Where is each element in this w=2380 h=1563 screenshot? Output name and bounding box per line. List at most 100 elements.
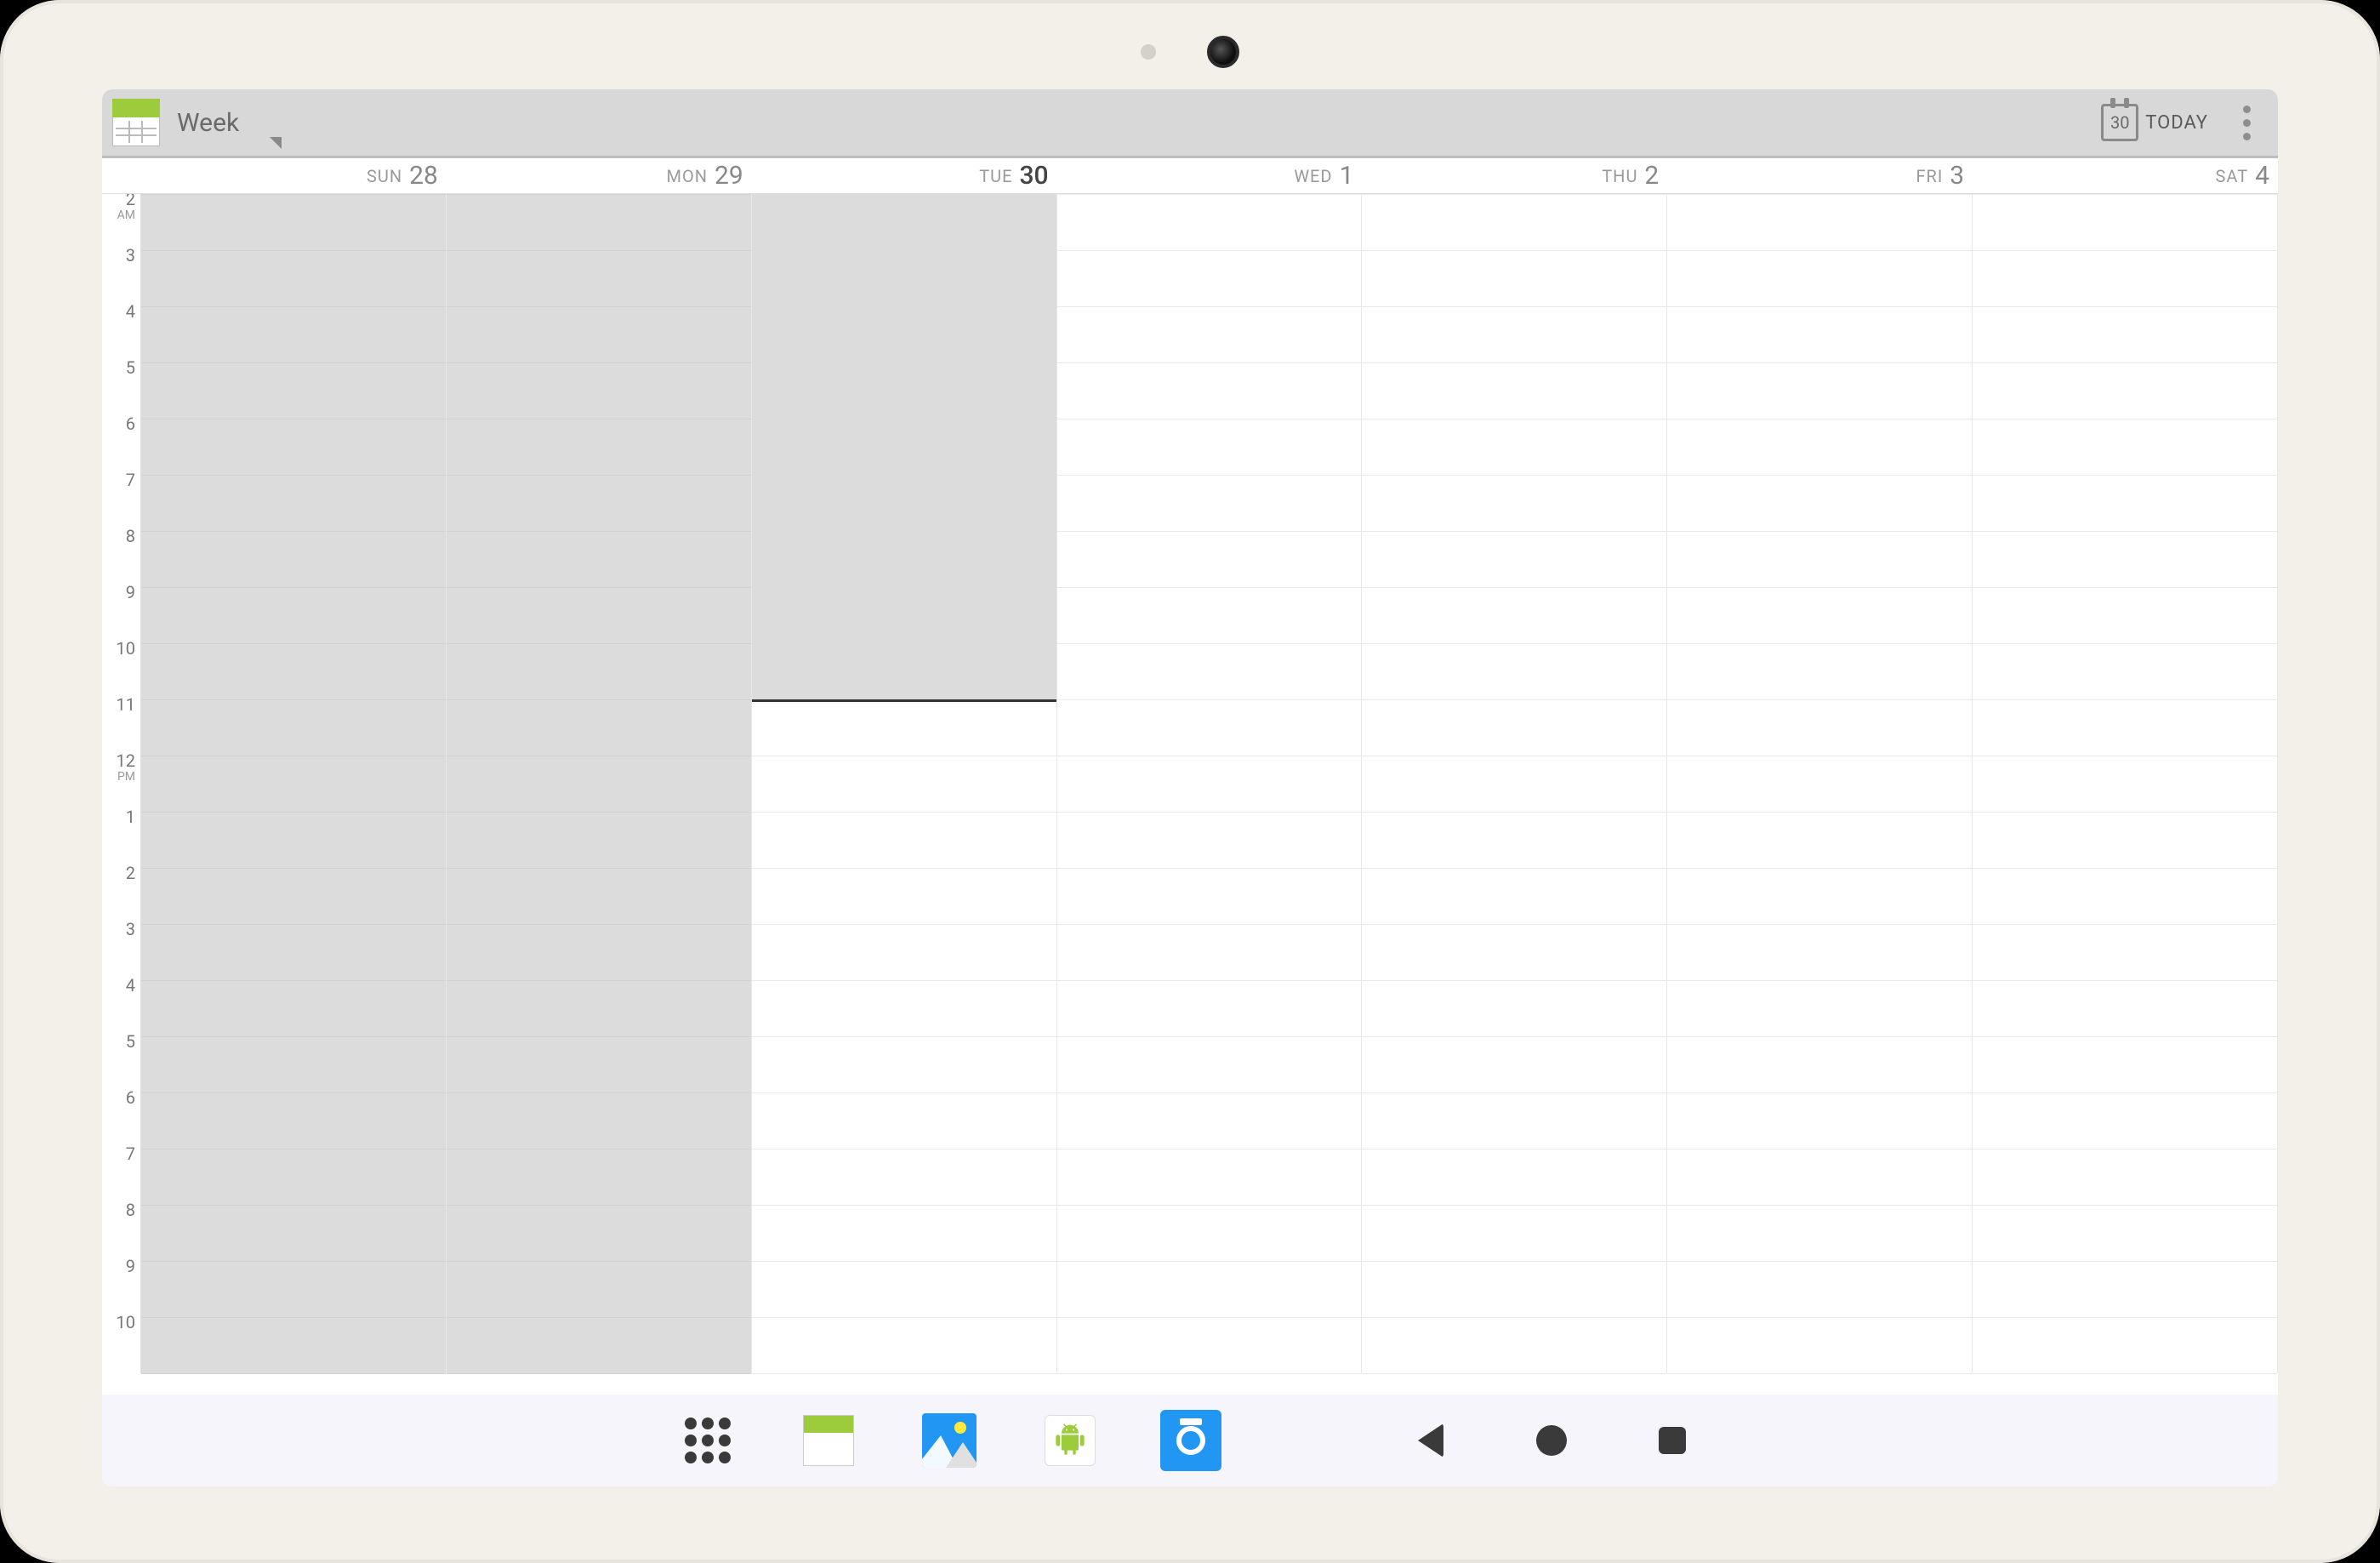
- hour-gridline: [752, 1261, 1056, 1262]
- hour-gridline: [1362, 868, 1666, 869]
- hour-gridline: [141, 1036, 446, 1037]
- hour-gridline: [1973, 306, 2277, 307]
- time-label: 9: [126, 1258, 135, 1275]
- hour-gridline: [1362, 194, 1666, 195]
- day-column-mon[interactable]: [447, 194, 752, 1373]
- hour-gridline: [1667, 1261, 1972, 1262]
- day-of-week-label: WED: [1294, 166, 1332, 186]
- hour-gridline: [1362, 643, 1666, 644]
- hour-gridline: [1057, 531, 1362, 532]
- today-icon-number: 30: [2110, 112, 2129, 133]
- android-icon: [1045, 1415, 1096, 1466]
- day-column-sat[interactable]: [1973, 194, 2278, 1373]
- hour-gridline: [1667, 531, 1972, 532]
- hour-gridline: [1973, 868, 2277, 869]
- hour-gridline: [752, 1092, 1056, 1093]
- camera-shortcut[interactable]: [1160, 1410, 1221, 1471]
- hour-gridline: [447, 812, 751, 813]
- recents-square-icon: [1659, 1427, 1686, 1454]
- hour-gridline: [752, 1317, 1056, 1318]
- past-shade: [752, 194, 1056, 699]
- time-label: 1: [126, 808, 135, 825]
- day-header-sat[interactable]: SAT4: [1973, 158, 2278, 193]
- hour-gridline: [1057, 194, 1362, 195]
- hour-gridline: [447, 362, 751, 363]
- apps-button[interactable]: [677, 1410, 738, 1471]
- hour-gridline: [1667, 250, 1972, 251]
- hour-gridline: [1362, 1092, 1666, 1093]
- hour-gridline: [1362, 1317, 1666, 1318]
- hour-gridline: [1973, 587, 2277, 588]
- hour-gridline: [1362, 1261, 1666, 1262]
- hour-gridline: [447, 531, 751, 532]
- day-of-week-label: SAT: [2216, 166, 2249, 186]
- home-button[interactable]: [1521, 1410, 1582, 1471]
- time-label: 6: [126, 415, 135, 432]
- hour-gridline: [1057, 1205, 1362, 1206]
- time-label: 7: [126, 1145, 135, 1162]
- dot-icon: [2243, 106, 2251, 113]
- hour-gridline: [1667, 194, 1972, 195]
- hour-gridline: [1057, 924, 1362, 925]
- day-of-week-label: SUN: [367, 166, 402, 186]
- hour-gridline: [1973, 1036, 2277, 1037]
- hour-gridline: [1667, 475, 1972, 476]
- day-header-fri[interactable]: FRI3: [1667, 158, 1973, 193]
- system-navbar: [102, 1395, 2278, 1486]
- hour-gridline: [1057, 587, 1362, 588]
- android-shortcut[interactable]: [1039, 1410, 1101, 1471]
- day-header-mon[interactable]: MON29: [447, 158, 752, 193]
- hour-gridline: [1667, 1205, 1972, 1206]
- hour-gridline: [1362, 924, 1666, 925]
- today-button[interactable]: 30 TODAY: [2092, 99, 2217, 146]
- hour-gridline: [1362, 980, 1666, 981]
- hour-gridline: [1973, 1205, 2277, 1206]
- view-selector[interactable]: Week: [177, 89, 290, 156]
- hour-gridline: [141, 868, 446, 869]
- time-label: 6: [126, 1089, 135, 1106]
- hour-gridline: [447, 306, 751, 307]
- hour-gridline: [141, 924, 446, 925]
- hour-gridline: [1362, 1205, 1666, 1206]
- hour-gridline: [752, 1036, 1056, 1037]
- overflow-menu-button[interactable]: [2225, 99, 2268, 146]
- hour-gridline: [752, 868, 1056, 869]
- day-column-sun[interactable]: [141, 194, 447, 1373]
- day-column-fri[interactable]: [1667, 194, 1973, 1373]
- recents-button[interactable]: [1642, 1410, 1703, 1471]
- time-label: 5: [126, 1033, 135, 1050]
- day-header-wed[interactable]: WED1: [1057, 158, 1363, 193]
- hour-gridline: [447, 587, 751, 588]
- today-calendar-icon: 30: [2101, 104, 2138, 141]
- hour-gridline: [141, 1261, 446, 1262]
- day-of-week-label: FRI: [1916, 166, 1943, 186]
- hour-gridline: [1667, 699, 1972, 700]
- hour-gridline: [1667, 643, 1972, 644]
- week-grid[interactable]: 2AM3456789101112PM12345678910: [102, 194, 2278, 1395]
- time-label: 8: [126, 1201, 135, 1218]
- day-column-wed[interactable]: [1057, 194, 1363, 1373]
- apps-grid-icon: [685, 1418, 731, 1463]
- hour-gridline: [1667, 924, 1972, 925]
- hour-gridline: [1057, 475, 1362, 476]
- back-button[interactable]: [1400, 1410, 1461, 1471]
- day-header-tue[interactable]: TUE30: [752, 158, 1057, 193]
- time-label: 2AM: [117, 194, 135, 221]
- time-label: 7: [126, 471, 135, 488]
- hour-gridline: [447, 1373, 751, 1374]
- home-circle-icon: [1536, 1425, 1567, 1456]
- hour-gridline: [1973, 699, 2277, 700]
- day-column-tue[interactable]: [752, 194, 1057, 1373]
- day-header-thu[interactable]: THU2: [1362, 158, 1667, 193]
- day-header-sun[interactable]: SUN 28: [141, 158, 447, 193]
- day-column-thu[interactable]: [1362, 194, 1667, 1373]
- hour-gridline: [1973, 980, 2277, 981]
- hour-gridline: [1973, 362, 2277, 363]
- hour-gridline: [1973, 475, 2277, 476]
- day-number-label: 28: [409, 161, 438, 191]
- camera-icon: [1160, 1410, 1221, 1471]
- hour-gridline: [1362, 250, 1666, 251]
- gallery-shortcut[interactable]: [919, 1410, 980, 1471]
- calendar-shortcut[interactable]: [798, 1410, 859, 1471]
- hour-gridline: [141, 250, 446, 251]
